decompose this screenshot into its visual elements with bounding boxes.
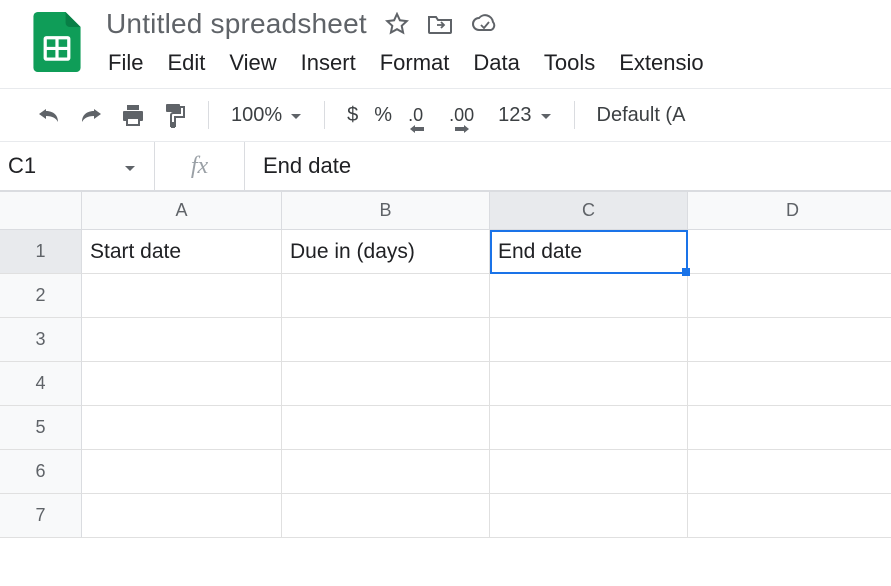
cell-d1[interactable] — [688, 230, 891, 274]
cell-d5[interactable] — [688, 406, 891, 450]
cell-c5[interactable] — [490, 406, 688, 450]
cell-c1[interactable]: End date — [490, 230, 688, 274]
row-header-5[interactable]: 5 — [0, 406, 82, 450]
cell-a7[interactable] — [82, 494, 282, 538]
cell-c6[interactable] — [490, 450, 688, 494]
font-family-dropdown[interactable]: Default (A — [591, 104, 692, 127]
menu-file[interactable]: File — [108, 50, 143, 76]
name-box[interactable]: C1 — [0, 142, 155, 190]
cells-grid[interactable]: Start date Due in (days) End date — [82, 230, 891, 538]
col-header-a[interactable]: A — [82, 192, 282, 230]
col-header-d[interactable]: D — [688, 192, 891, 230]
menu-edit[interactable]: Edit — [167, 50, 205, 76]
decrease-decimal-button[interactable]: .0 — [402, 101, 429, 130]
name-box-value: C1 — [8, 153, 36, 179]
currency-format-button[interactable]: $ — [341, 104, 364, 127]
menu-data[interactable]: Data — [473, 50, 519, 76]
menubar: File Edit View Insert Format Data Tools … — [106, 50, 704, 76]
cell-a5[interactable] — [82, 406, 282, 450]
menu-extensions[interactable]: Extensio — [619, 50, 703, 76]
zoom-dropdown[interactable]: 100% — [225, 104, 308, 127]
cell-d2[interactable] — [688, 274, 891, 318]
cell-b5[interactable] — [282, 406, 490, 450]
document-title[interactable]: Untitled spreadsheet — [106, 8, 367, 40]
cell-a4[interactable] — [82, 362, 282, 406]
cell-a2[interactable] — [82, 274, 282, 318]
redo-icon[interactable] — [72, 101, 110, 129]
cell-c2[interactable] — [490, 274, 688, 318]
cell-d7[interactable] — [688, 494, 891, 538]
col-header-c[interactable]: C — [490, 192, 688, 230]
formula-bar: C1 fx End date — [0, 142, 891, 192]
row-header-7[interactable]: 7 — [0, 494, 82, 538]
select-all-corner[interactable] — [0, 192, 82, 230]
sheets-logo-icon[interactable] — [32, 12, 82, 72]
cell-a6[interactable] — [82, 450, 282, 494]
toolbar: 100% $ % .0 .00 123 Default ( — [0, 89, 891, 141]
print-icon[interactable] — [114, 99, 152, 131]
cell-b3[interactable] — [282, 318, 490, 362]
formula-input[interactable]: End date — [245, 153, 891, 179]
cell-b7[interactable] — [282, 494, 490, 538]
col-header-b[interactable]: B — [282, 192, 490, 230]
cell-c4[interactable] — [490, 362, 688, 406]
cell-d3[interactable] — [688, 318, 891, 362]
column-headers: A B C D — [82, 192, 891, 230]
caret-down-icon — [540, 104, 552, 127]
row-header-1[interactable]: 1 — [0, 230, 82, 274]
caret-down-icon — [124, 153, 136, 179]
caret-down-icon — [290, 104, 302, 127]
row-header-3[interactable]: 3 — [0, 318, 82, 362]
cell-c3[interactable] — [490, 318, 688, 362]
percent-format-button[interactable]: % — [368, 104, 398, 127]
cell-a1[interactable]: Start date — [82, 230, 282, 274]
zoom-value: 100% — [231, 104, 282, 127]
undo-icon[interactable] — [30, 101, 68, 129]
paint-format-icon[interactable] — [156, 98, 192, 132]
cell-b6[interactable] — [282, 450, 490, 494]
menu-tools[interactable]: Tools — [544, 50, 595, 76]
row-header-2[interactable]: 2 — [0, 274, 82, 318]
row-header-4[interactable]: 4 — [0, 362, 82, 406]
cell-b1[interactable]: Due in (days) — [282, 230, 490, 274]
cell-d4[interactable] — [688, 362, 891, 406]
cell-b4[interactable] — [282, 362, 490, 406]
fx-icon: fx — [155, 142, 245, 190]
star-icon[interactable] — [385, 12, 409, 36]
move-to-folder-icon[interactable] — [427, 13, 453, 35]
row-headers: 1 2 3 4 5 6 7 — [0, 230, 82, 538]
cell-d6[interactable] — [688, 450, 891, 494]
cell-b2[interactable] — [282, 274, 490, 318]
number-format-dropdown[interactable]: 123 — [492, 104, 557, 127]
menu-view[interactable]: View — [229, 50, 276, 76]
menu-format[interactable]: Format — [380, 50, 450, 76]
cell-a3[interactable] — [82, 318, 282, 362]
cell-c7[interactable] — [490, 494, 688, 538]
menu-insert[interactable]: Insert — [301, 50, 356, 76]
increase-decimal-button[interactable]: .00 — [443, 101, 480, 130]
cloud-saved-icon[interactable] — [471, 14, 499, 34]
number-format-value: 123 — [498, 104, 531, 127]
row-header-6[interactable]: 6 — [0, 450, 82, 494]
